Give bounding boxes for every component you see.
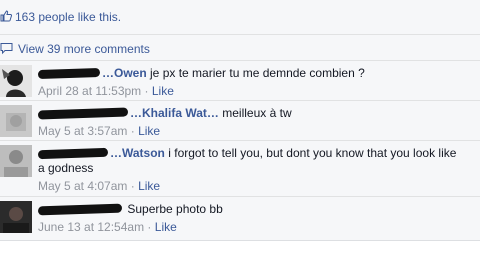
comment-bubble-icon	[0, 42, 13, 55]
comment-author[interactable]: …Khalifa Wat…	[130, 106, 219, 120]
comment-item: …Watson i forgot to tell you, but dont y…	[0, 140, 480, 197]
comment-meta: May 5 at 4:07am · Like	[38, 179, 161, 193]
comment-text: meilleux à tw	[222, 106, 292, 120]
comment-text: Superbe photo bb	[127, 202, 223, 216]
comment-like-link[interactable]: Like	[138, 179, 160, 193]
avatar[interactable]	[0, 201, 32, 233]
likes-count-link[interactable]: 163 people like this.	[15, 10, 121, 24]
comment-like-link[interactable]: Like	[155, 220, 177, 234]
comments-panel: 163 people like this. View 39 more comme…	[0, 0, 480, 240]
comment-timestamp[interactable]: May 5 at 4:07am	[38, 179, 127, 193]
comment-composer-area[interactable]	[0, 240, 480, 279]
comment-timestamp[interactable]: April 28 at 11:53pm	[38, 84, 141, 98]
redaction-mark	[37, 107, 129, 120]
comment-meta: June 13 at 12:54am · Like	[38, 220, 177, 234]
thumbs-up-icon	[0, 10, 12, 22]
comment-timestamp[interactable]: May 5 at 3:57am	[38, 124, 127, 138]
likes-summary: 163 people like this.	[0, 0, 480, 35]
redaction-mark	[37, 203, 123, 216]
comment-author[interactable]: …Watson	[110, 146, 165, 160]
comment-item: Superbe photo bb June 13 at 12:54am · Li…	[0, 196, 480, 241]
view-more-comments-link[interactable]: View 39 more comments	[18, 42, 150, 56]
avatar[interactable]	[0, 145, 32, 177]
comment-meta: April 28 at 11:53pm · Like	[38, 84, 174, 98]
comment-like-link[interactable]: Like	[138, 124, 160, 138]
avatar[interactable]	[0, 65, 32, 97]
comment-text: je px te marier tu me demnde combien ?	[150, 66, 365, 80]
view-more-comments[interactable]: View 39 more comments	[0, 42, 480, 60]
comment-author[interactable]: …Owen	[102, 66, 147, 80]
comment-like-link[interactable]: Like	[152, 84, 174, 98]
redaction-mark	[37, 68, 101, 80]
redaction-mark	[37, 148, 109, 160]
comment-meta: May 5 at 3:57am · Like	[38, 124, 161, 138]
comment-item: …Owen je px te marier tu me demnde combi…	[0, 60, 480, 101]
avatar[interactable]	[0, 105, 32, 137]
comment-timestamp[interactable]: June 13 at 12:54am	[38, 220, 144, 234]
comment-item: …Khalifa Wat… meilleux à tw May 5 at 3:5…	[0, 100, 480, 141]
